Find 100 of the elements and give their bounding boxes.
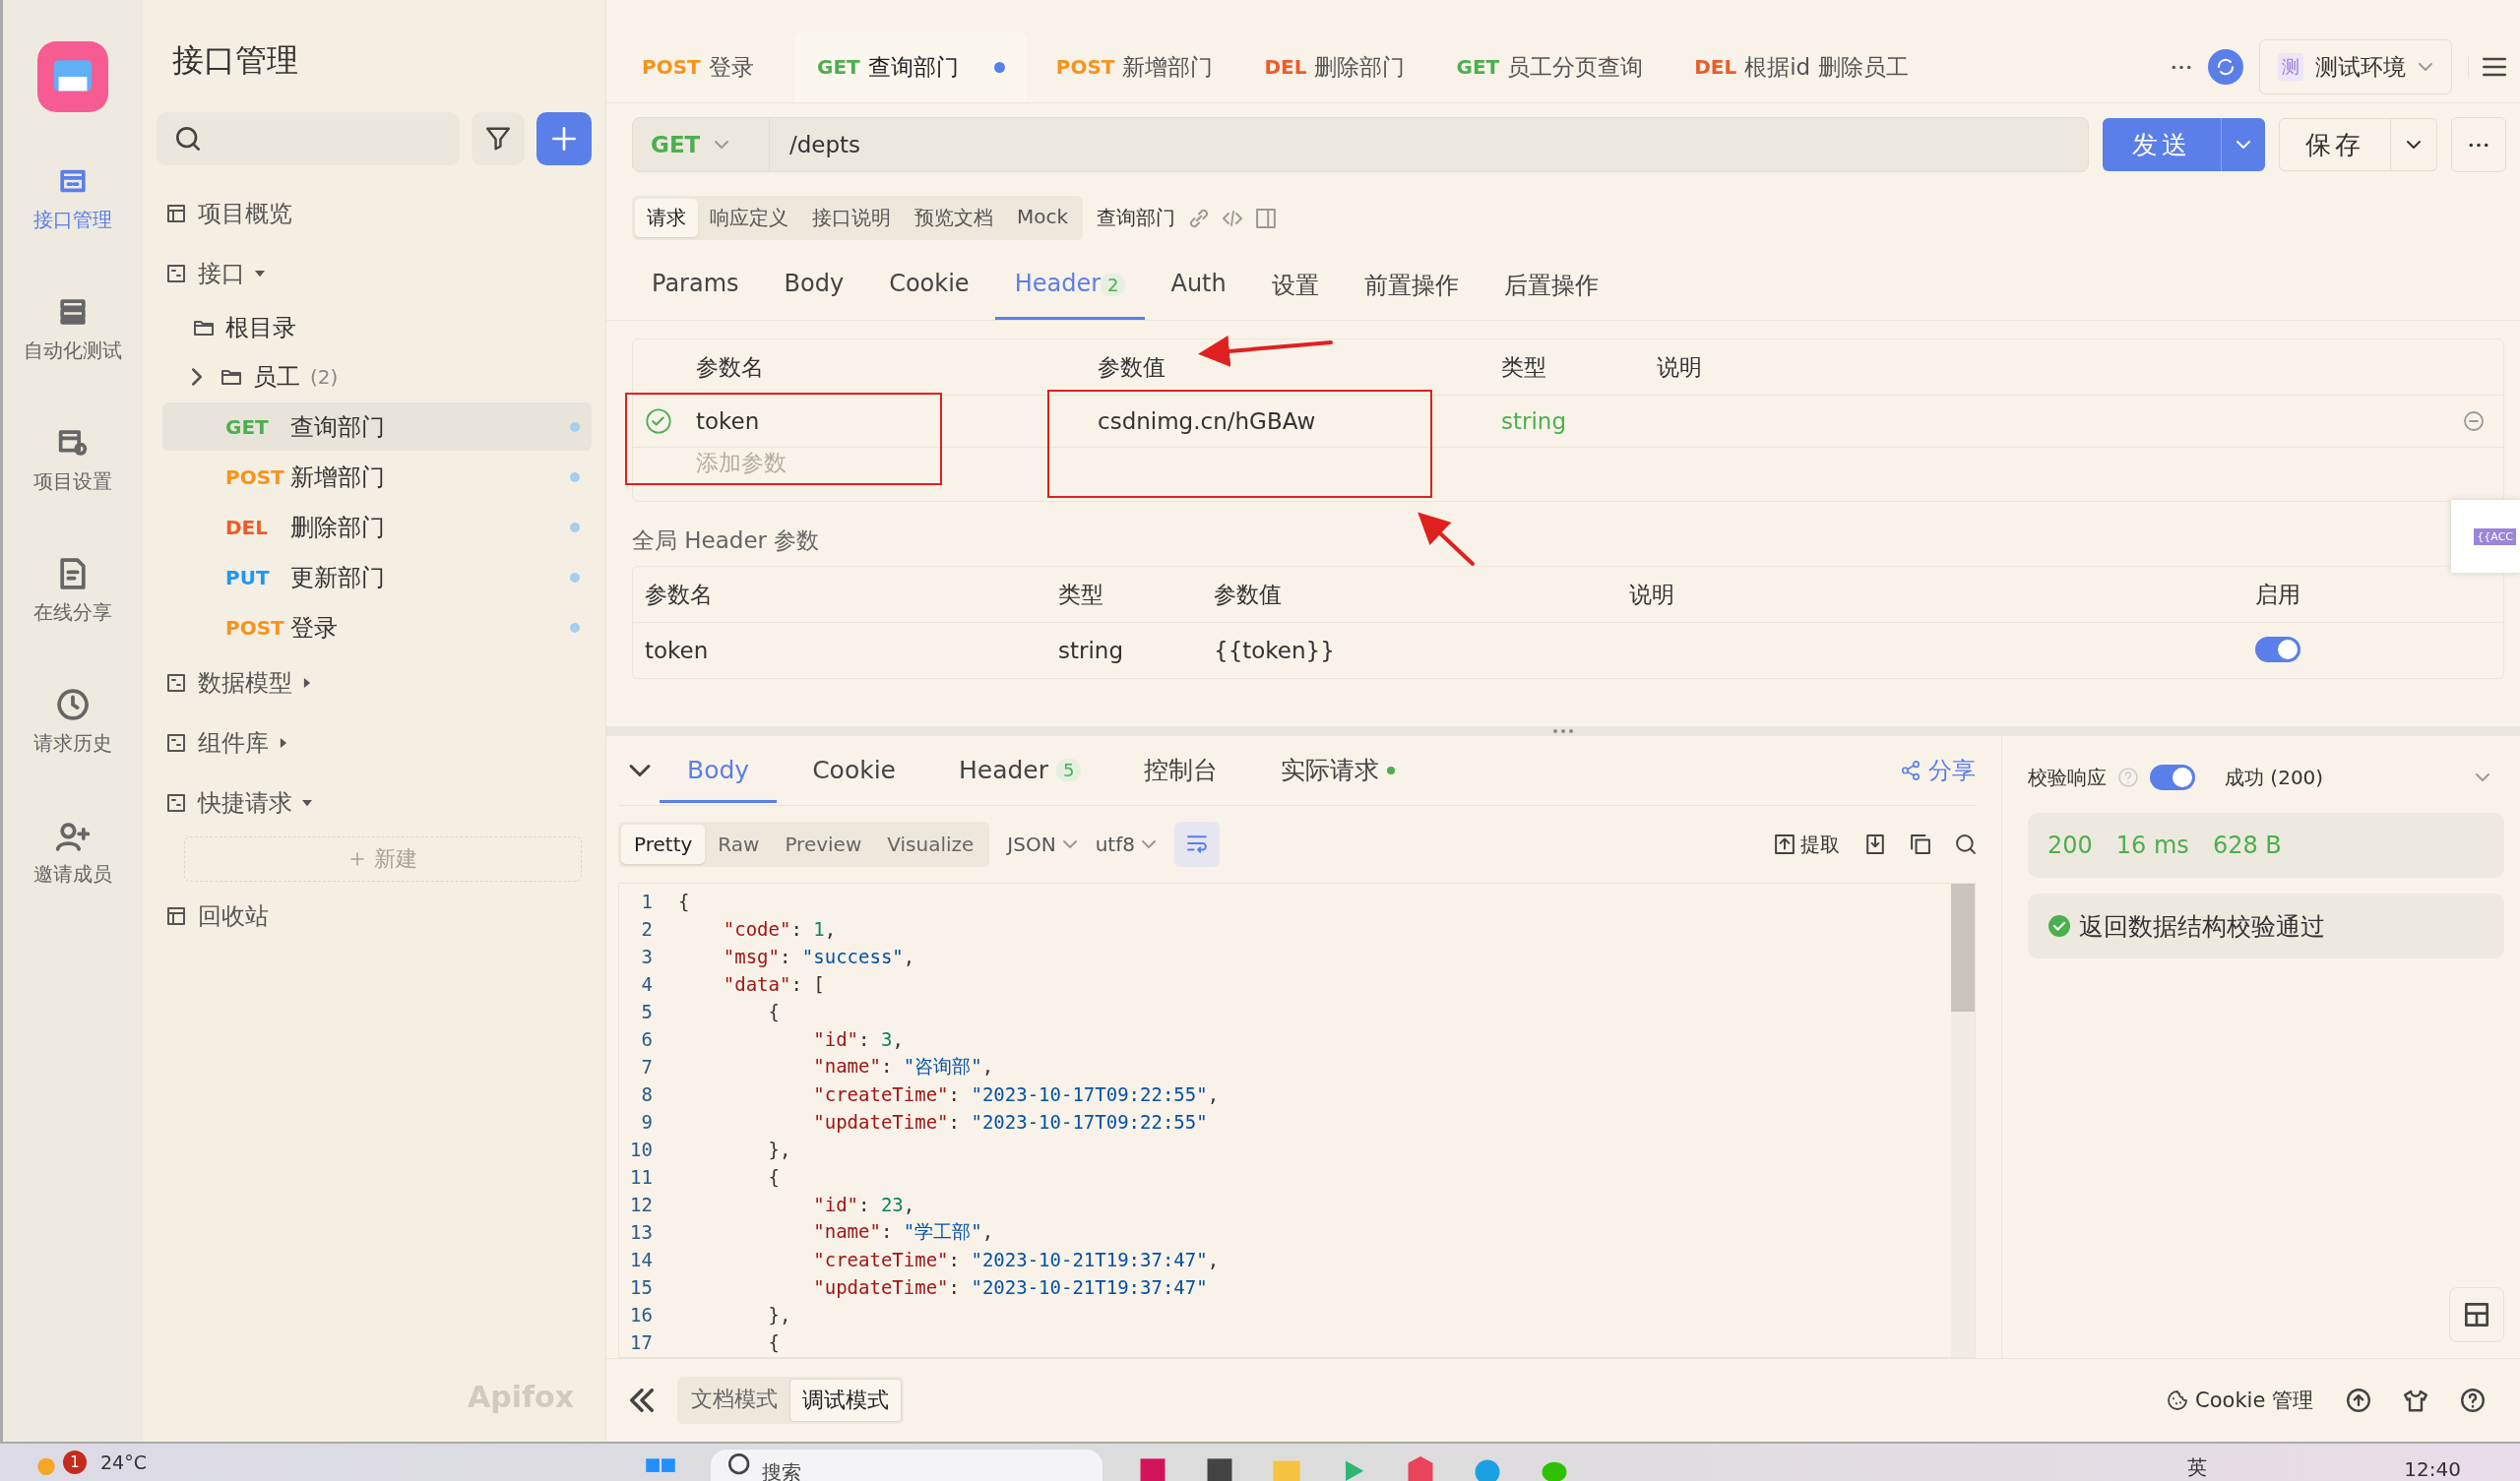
response-tab[interactable]: Header 5 xyxy=(931,738,1109,803)
panel-icon[interactable] xyxy=(1256,208,1277,228)
variable-tag: {{ACC xyxy=(2474,527,2516,545)
caret-right-icon[interactable] xyxy=(279,737,288,748)
nav-item[interactable]: 邀请成员 xyxy=(33,820,112,888)
enabled-checkbox[interactable] xyxy=(645,407,672,435)
layout-icon xyxy=(2465,1303,2488,1327)
add-button[interactable] xyxy=(536,112,592,165)
taskbar-search[interactable]: 搜索 xyxy=(711,1450,1102,1481)
view-mode-tab[interactable]: Raw xyxy=(705,825,773,864)
sidebar-item[interactable]: 项目概览 xyxy=(198,197,292,229)
upload-icon[interactable] xyxy=(2347,1388,2370,1412)
sidebar-item[interactable]: 回收站 xyxy=(198,899,269,932)
table-cell: token xyxy=(696,408,760,434)
column-header: 参数值 xyxy=(1214,580,1283,609)
cookie-button[interactable]: Cookie 管理 xyxy=(2168,1387,2313,1414)
filter-button[interactable] xyxy=(472,112,525,165)
caret-down-icon[interactable] xyxy=(255,268,265,278)
api-item[interactable]: DEL 删除部门 xyxy=(162,503,592,551)
remove-icon[interactable] xyxy=(2464,411,2484,431)
line-number: 12 xyxy=(629,1194,653,1215)
format-select[interactable]: JSON xyxy=(1007,833,1078,856)
environment-select[interactable]: 测 测试环境 xyxy=(2259,39,2452,94)
help-icon[interactable] xyxy=(2461,1388,2485,1412)
menu-icon[interactable] xyxy=(2468,55,2506,79)
table-cell: csdnimg.cn/hGBAw xyxy=(1098,408,1316,434)
validate-toggle[interactable] xyxy=(2150,765,2195,790)
wrap-toggle[interactable] xyxy=(1173,822,1220,867)
annotation-arrow xyxy=(1418,512,1475,566)
download-icon[interactable] xyxy=(1865,834,1885,854)
nav-item[interactable]: 请求历史 xyxy=(33,689,112,757)
chevron-down-icon xyxy=(1061,839,1078,849)
check-icon xyxy=(2048,914,2071,938)
api-item[interactable]: POST 登录 xyxy=(162,603,592,651)
mode-tab[interactable]: 调试模式 xyxy=(789,1379,902,1422)
more-icon[interactable] xyxy=(2171,63,2192,71)
param-tab[interactable]: Body xyxy=(764,254,864,320)
folder-label[interactable]: 根目录 xyxy=(225,312,296,343)
sync-icon[interactable] xyxy=(2208,49,2243,85)
param-tab[interactable]: 后置操作 xyxy=(1483,254,1618,320)
link-icon[interactable] xyxy=(1189,208,1210,228)
api-item[interactable]: POST 新增部门 xyxy=(162,453,592,501)
code-icon[interactable] xyxy=(1223,208,1243,228)
scrollbar-thumb[interactable] xyxy=(1951,884,1975,1012)
doc-tab[interactable]: 接口说明 xyxy=(800,199,903,237)
param-tab[interactable]: Auth xyxy=(1151,254,1246,320)
param-tab[interactable]: Params xyxy=(632,254,759,320)
doc-tab[interactable]: 请求 xyxy=(635,199,698,237)
response-tab[interactable]: 控制台 xyxy=(1116,736,1246,805)
response-select[interactable]: 成功 (200) xyxy=(2225,764,2504,791)
nav-item[interactable]: 项目设置 xyxy=(33,427,112,495)
nav-item[interactable]: 自动化测试 xyxy=(24,296,122,364)
save-button[interactable]: 保存 xyxy=(2279,118,2391,171)
view-mode-tab[interactable]: Pretty xyxy=(621,825,706,864)
layout-button[interactable] xyxy=(2449,1287,2504,1342)
input-language[interactable]: 英 xyxy=(2187,1454,2208,1481)
request-tab[interactable]: GET 查询部门 xyxy=(795,31,1027,102)
response-tab[interactable]: Cookie xyxy=(785,738,923,803)
extract-button[interactable]: 提取 xyxy=(1775,831,1840,858)
mode-tab[interactable]: 文档模式 xyxy=(679,1379,789,1422)
folder-label[interactable]: 员工 xyxy=(253,361,300,393)
request-tab[interactable]: POST 新增部门 xyxy=(1034,31,1235,102)
search-field[interactable] xyxy=(157,112,460,165)
caret-right-icon[interactable] xyxy=(302,677,312,688)
param-tab[interactable]: 前置操作 xyxy=(1344,254,1479,320)
drag-handle-icon[interactable] xyxy=(1551,728,1575,734)
collapse-sidebar-icon[interactable] xyxy=(630,1388,654,1412)
line-number: 13 xyxy=(629,1221,653,1243)
view-mode-tab[interactable]: Visualize xyxy=(874,825,987,864)
doc-tab[interactable]: 响应定义 xyxy=(698,199,800,237)
view-mode-tab[interactable]: Preview xyxy=(772,825,875,864)
sidebar-section[interactable]: 接口 xyxy=(198,257,245,289)
copy-icon[interactable] xyxy=(1911,834,1930,854)
request-tab[interactable]: POST 登录 xyxy=(620,31,788,102)
sidebar-section[interactable]: 组件库 xyxy=(198,726,269,759)
caret-down-icon[interactable] xyxy=(302,797,312,808)
encoding-select[interactable]: utf8 xyxy=(1095,833,1157,856)
enable-toggle[interactable] xyxy=(2255,637,2300,662)
send-button[interactable]: 发送 xyxy=(2103,118,2221,171)
response-tab[interactable]: 实际请求 xyxy=(1253,736,1423,805)
request-tab[interactable]: GET 员工分页查询 xyxy=(1434,31,1666,102)
doc-tab[interactable]: 预览文档 xyxy=(903,199,1005,237)
param-tab[interactable]: 设置 xyxy=(1251,254,1339,320)
send-dropdown[interactable] xyxy=(2221,118,2265,171)
code-line: { xyxy=(678,891,690,912)
sidebar-section[interactable]: 数据模型 xyxy=(198,666,292,699)
code-line: "id": 3, xyxy=(812,1028,904,1050)
nav-item[interactable]: 在线分享 xyxy=(33,558,112,626)
api-item[interactable]: PUT 更新部门 xyxy=(162,553,592,601)
param-tab[interactable]: Cookie xyxy=(869,254,989,320)
sidebar-section[interactable]: 快捷请求 xyxy=(198,786,292,819)
request-tab[interactable]: DEL 根据id 删除员工 xyxy=(1672,31,1930,102)
code-line: }, xyxy=(767,1139,791,1160)
search-icon[interactable] xyxy=(1956,834,1976,854)
api-item[interactable]: GET 查询部门 xyxy=(162,402,592,451)
doc-tab[interactable]: Mock xyxy=(1005,199,1081,237)
request-tab[interactable]: DEL 删除部门 xyxy=(1242,31,1427,102)
shirt-icon[interactable] xyxy=(2404,1388,2427,1412)
clock[interactable]: 12:40 xyxy=(2404,1457,2461,1481)
chevron-right-icon[interactable] xyxy=(192,368,202,386)
